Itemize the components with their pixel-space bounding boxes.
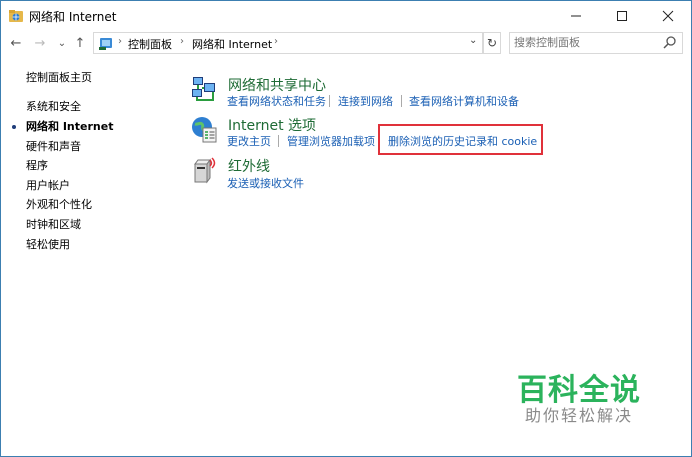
network-folder-icon	[9, 10, 23, 22]
arrow-right-icon: →	[34, 35, 46, 51]
sidebar-item-user-accounts[interactable]: 用户帐户	[26, 177, 70, 193]
breadcrumb-network-internet[interactable]: 网络和 Internet	[192, 36, 272, 52]
link-connect-to-network[interactable]: 连接到网络	[338, 93, 393, 109]
sidebar-item-programs[interactable]: 程序	[26, 157, 48, 173]
link-change-homepage[interactable]: 更改主页	[227, 133, 271, 149]
breadcrumb-separator-icon: ›	[274, 36, 278, 47]
breadcrumb-separator-icon: ›	[118, 36, 122, 47]
address-bar[interactable]: › 控制面板 › 网络和 Internet › ⌄	[93, 32, 483, 54]
search-icon	[663, 36, 676, 49]
title-bar: 网络和 Internet	[1, 1, 691, 31]
arrow-up-icon: ↑	[74, 35, 86, 51]
refresh-button[interactable]: ↻	[483, 32, 501, 54]
search-box[interactable]	[509, 32, 683, 54]
sidebar-item-ease-of-access[interactable]: 轻松使用	[26, 236, 70, 252]
group-title-network-sharing[interactable]: 网络和共享中心	[228, 75, 326, 95]
link-manage-browser-addons[interactable]: 管理浏览器加载项	[287, 133, 375, 149]
search-input[interactable]	[514, 33, 654, 51]
link-send-receive-files[interactable]: 发送或接收文件	[227, 175, 304, 191]
link-divider	[329, 95, 330, 107]
arrow-left-icon: ←	[10, 35, 22, 51]
sidebar-item-control-panel-home[interactable]: 控制面板主页	[26, 69, 92, 85]
sidebar-item-clock-region[interactable]: 时钟和区域	[26, 216, 81, 232]
breadcrumb-control-panel[interactable]: 控制面板	[128, 36, 172, 52]
forward-button[interactable]: →	[31, 34, 49, 52]
group-title-internet-options[interactable]: Internet 选项	[228, 115, 316, 135]
recent-locations-button[interactable]: ⌄	[53, 34, 71, 52]
breadcrumb-separator-icon: ›	[180, 36, 184, 47]
chevron-down-icon: ⌄	[57, 37, 67, 49]
control-panel-icon	[99, 38, 112, 50]
window-title: 网络和 Internet	[29, 10, 117, 24]
current-item-bullet-icon	[12, 125, 16, 129]
link-view-network-status[interactable]: 查看网络状态和任务	[227, 93, 326, 109]
maximize-icon	[617, 11, 627, 21]
refresh-icon: ↻	[486, 36, 498, 50]
control-panel-window: 网络和 Internet ← → ⌄ ↑ › 控制面板 › 网络和 Intern…	[0, 0, 692, 457]
close-icon	[662, 10, 674, 22]
minimize-icon	[571, 15, 581, 17]
internet-options-icon	[192, 117, 217, 143]
up-button[interactable]: ↑	[71, 34, 89, 52]
link-view-network-computers[interactable]: 查看网络计算机和设备	[409, 93, 519, 109]
sidebar-item-system-security[interactable]: 系统和安全	[26, 98, 81, 114]
minimize-button[interactable]	[553, 1, 599, 31]
watermark-subtitle: 助你轻松解决	[525, 406, 634, 425]
navigation-bar: ← → ⌄ ↑ › 控制面板 › 网络和 Internet › ⌄ ↻	[1, 31, 691, 55]
sidebar-item-network-internet: 网络和 Internet	[26, 120, 114, 133]
maximize-button[interactable]	[599, 1, 645, 31]
sidebar-item-appearance[interactable]: 外观和个性化	[26, 196, 92, 212]
back-button[interactable]: ←	[7, 34, 25, 52]
address-dropdown-icon[interactable]: ⌄	[469, 35, 477, 46]
group-title-infrared[interactable]: 红外线	[228, 156, 270, 176]
link-divider	[278, 135, 279, 147]
infrared-icon	[194, 157, 216, 184]
link-divider	[401, 95, 402, 107]
sidebar-item-hardware-sound[interactable]: 硬件和声音	[26, 138, 81, 154]
close-button[interactable]	[645, 1, 691, 31]
highlight-box	[378, 124, 543, 155]
network-sharing-icon	[192, 77, 215, 101]
